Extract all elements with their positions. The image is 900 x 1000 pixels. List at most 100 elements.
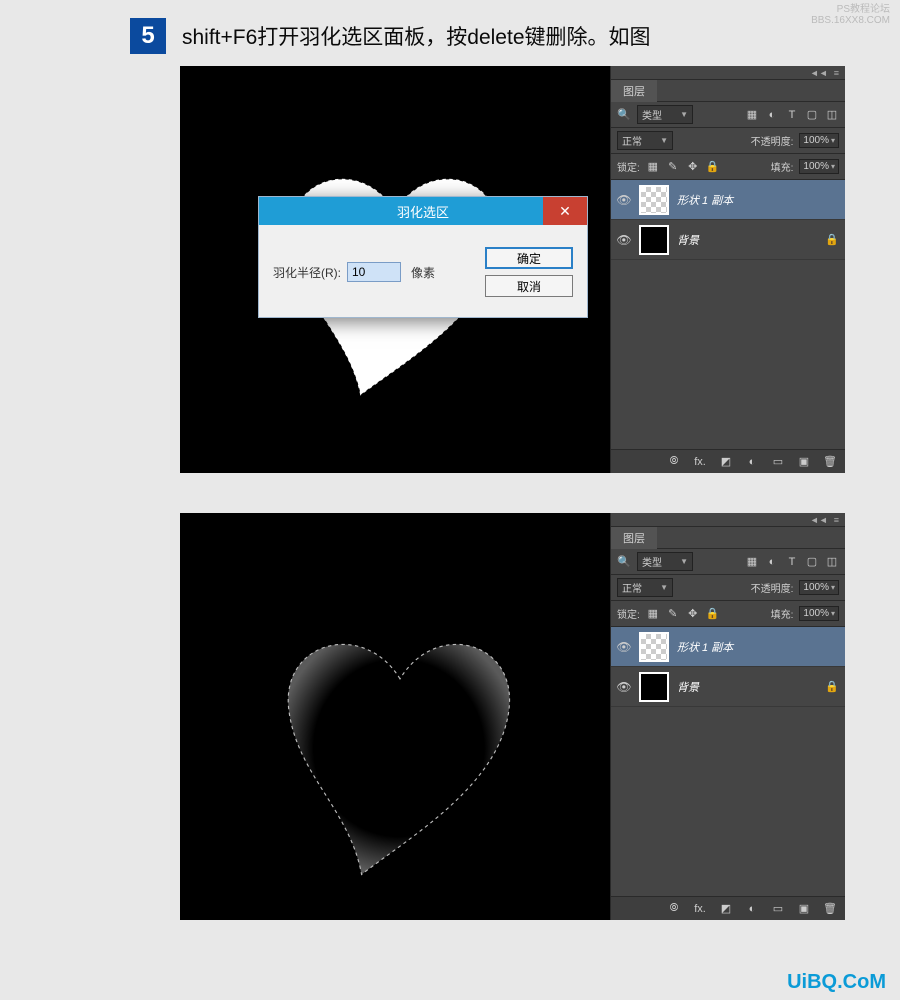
- panel-menu-icon[interactable]: ≡: [834, 68, 839, 78]
- lock-transparency-icon[interactable]: ▦: [646, 607, 660, 621]
- step-number: 5: [130, 18, 166, 54]
- layer-thumbnail: [639, 185, 669, 215]
- new-layer-icon[interactable]: ▣: [797, 455, 811, 469]
- filter-type-select[interactable]: 类型▼: [637, 552, 693, 571]
- layers-panel: ◄◄ ≡ 图层 🔍 类型▼ ▦ ◐ T ▢ ◫ 正常▼ 不透明度: 100%▾: [610, 66, 845, 473]
- dialog-titlebar: 羽化选区 ✕: [259, 197, 587, 225]
- collapse-icon[interactable]: ◄◄: [810, 515, 828, 525]
- layer-thumbnail: [639, 225, 669, 255]
- visibility-icon[interactable]: 👁: [617, 680, 631, 694]
- dialog-title: 羽化选区: [397, 202, 449, 221]
- mask-icon[interactable]: ◩: [719, 902, 733, 916]
- link-layers-icon[interactable]: ⦾: [667, 902, 681, 916]
- blend-mode-select[interactable]: 正常▼: [617, 131, 673, 150]
- fill-value[interactable]: 100%▾: [799, 606, 839, 621]
- trash-icon[interactable]: 🗑: [823, 455, 837, 469]
- filter-text-icon[interactable]: T: [785, 108, 799, 122]
- adjustment-icon[interactable]: ◐: [745, 455, 759, 469]
- filter-type-select[interactable]: 类型▼: [637, 105, 693, 124]
- layer-shape-copy[interactable]: 👁 形状 1 副本: [611, 180, 845, 220]
- lock-label: 锁定:: [617, 159, 640, 174]
- dialog-body: 羽化半径(R): 像素 确定 取消: [259, 225, 587, 317]
- fx-icon[interactable]: fx.: [693, 902, 707, 916]
- layer-list: 👁 形状 1 副本 👁 背景 🔒: [611, 627, 845, 707]
- visibility-icon[interactable]: 👁: [617, 640, 631, 654]
- watermark-top: PS教程论坛 BBS.16XX8.COM: [811, 4, 890, 26]
- filter-adjust-icon[interactable]: ◐: [765, 555, 779, 569]
- visibility-icon[interactable]: 👁: [617, 233, 631, 247]
- layers-tab[interactable]: 图层: [611, 80, 657, 102]
- layer-shape-copy[interactable]: 👁 形状 1 副本: [611, 627, 845, 667]
- layer-background[interactable]: 👁 背景 🔒: [611, 667, 845, 707]
- panel-tabs: 图层: [611, 527, 845, 549]
- step-header: 5 shift+F6打开羽化选区面板，按delete键删除。如图: [0, 0, 900, 66]
- opacity-label: 不透明度:: [751, 133, 794, 148]
- panel-menu-icon[interactable]: ≡: [834, 515, 839, 525]
- step-text: shift+F6打开羽化选区面板，按delete键删除。如图: [182, 21, 651, 51]
- lock-brush-icon[interactable]: ✎: [666, 607, 680, 621]
- canvas-area: 羽化选区 ✕ 羽化半径(R): 像素 确定 取消: [180, 66, 610, 473]
- filter-text-icon[interactable]: T: [785, 555, 799, 569]
- layers-footer: ⦾ fx. ◩ ◐ ▭ ▣ 🗑: [611, 896, 845, 920]
- lock-move-icon[interactable]: ✥: [686, 160, 700, 174]
- ok-button[interactable]: 确定: [485, 247, 573, 269]
- canvas-area: [180, 513, 610, 920]
- filter-shape-icon[interactable]: ▢: [805, 555, 819, 569]
- layer-thumbnail: [639, 672, 669, 702]
- lock-move-icon[interactable]: ✥: [686, 607, 700, 621]
- mask-icon[interactable]: ◩: [719, 455, 733, 469]
- feather-radius-label: 羽化半径(R):: [273, 264, 341, 281]
- lock-icon: 🔒: [825, 233, 839, 246]
- watermark-bottom: UiBQ.CoM: [787, 971, 886, 994]
- filter-row: 🔍 类型▼ ▦ ◐ T ▢ ◫: [611, 549, 845, 575]
- layer-thumbnail: [639, 632, 669, 662]
- link-layers-icon[interactable]: ⦾: [667, 455, 681, 469]
- fx-icon[interactable]: fx.: [693, 455, 707, 469]
- visibility-icon[interactable]: 👁: [617, 193, 631, 207]
- opacity-label: 不透明度:: [751, 580, 794, 595]
- feather-radius-input[interactable]: [347, 262, 401, 282]
- feather-dialog: 羽化选区 ✕ 羽化半径(R): 像素 确定 取消: [258, 196, 588, 318]
- filter-smart-icon[interactable]: ◫: [825, 108, 839, 122]
- adjustment-icon[interactable]: ◐: [745, 902, 759, 916]
- folder-icon[interactable]: ▭: [771, 455, 785, 469]
- layer-name: 形状 1 副本: [677, 639, 733, 655]
- screenshot-panel-1: 羽化选区 ✕ 羽化半径(R): 像素 确定 取消 ◄◄ ≡: [180, 66, 845, 473]
- collapse-icon[interactable]: ◄◄: [810, 68, 828, 78]
- filter-image-icon[interactable]: ▦: [745, 555, 759, 569]
- opacity-value[interactable]: 100%▾: [799, 580, 839, 595]
- blend-row: 正常▼ 不透明度: 100%▾: [611, 575, 845, 601]
- lock-icon: 🔒: [825, 680, 839, 693]
- layers-tab[interactable]: 图层: [611, 527, 657, 549]
- opacity-value[interactable]: 100%▾: [799, 133, 839, 148]
- trash-icon[interactable]: 🗑: [823, 902, 837, 916]
- filter-shape-icon[interactable]: ▢: [805, 108, 819, 122]
- heart-shape-feathered: [270, 628, 530, 893]
- new-layer-icon[interactable]: ▣: [797, 902, 811, 916]
- filter-adjust-icon[interactable]: ◐: [765, 108, 779, 122]
- lock-all-icon[interactable]: 🔒: [706, 607, 720, 621]
- layers-panel: ◄◄ ≡ 图层 🔍 类型▼ ▦ ◐ T ▢ ◫ 正常▼ 不透明度: 100%▾: [610, 513, 845, 920]
- blend-row: 正常▼ 不透明度: 100%▾: [611, 128, 845, 154]
- search-icon: 🔍: [617, 555, 631, 569]
- fill-label: 填充:: [771, 606, 794, 621]
- cancel-button[interactable]: 取消: [485, 275, 573, 297]
- folder-icon[interactable]: ▭: [771, 902, 785, 916]
- dialog-buttons: 确定 取消: [485, 247, 573, 297]
- filter-image-icon[interactable]: ▦: [745, 108, 759, 122]
- lock-all-icon[interactable]: 🔒: [706, 160, 720, 174]
- close-icon: ✕: [559, 203, 571, 220]
- feather-radius-field: 羽化半径(R): 像素: [273, 247, 477, 297]
- lock-transparency-icon[interactable]: ▦: [646, 160, 660, 174]
- filter-smart-icon[interactable]: ◫: [825, 555, 839, 569]
- fill-value[interactable]: 100%▾: [799, 159, 839, 174]
- layer-background[interactable]: 👁 背景 🔒: [611, 220, 845, 260]
- filter-icons: ▦ ◐ T ▢ ◫: [745, 555, 839, 569]
- blend-mode-select[interactable]: 正常▼: [617, 578, 673, 597]
- dialog-close-button[interactable]: ✕: [543, 197, 587, 225]
- layer-name: 背景: [677, 679, 699, 695]
- layer-list: 👁 形状 1 副本 👁 背景 🔒: [611, 180, 845, 260]
- lock-brush-icon[interactable]: ✎: [666, 160, 680, 174]
- filter-icons: ▦ ◐ T ▢ ◫: [745, 108, 839, 122]
- lock-label: 锁定:: [617, 606, 640, 621]
